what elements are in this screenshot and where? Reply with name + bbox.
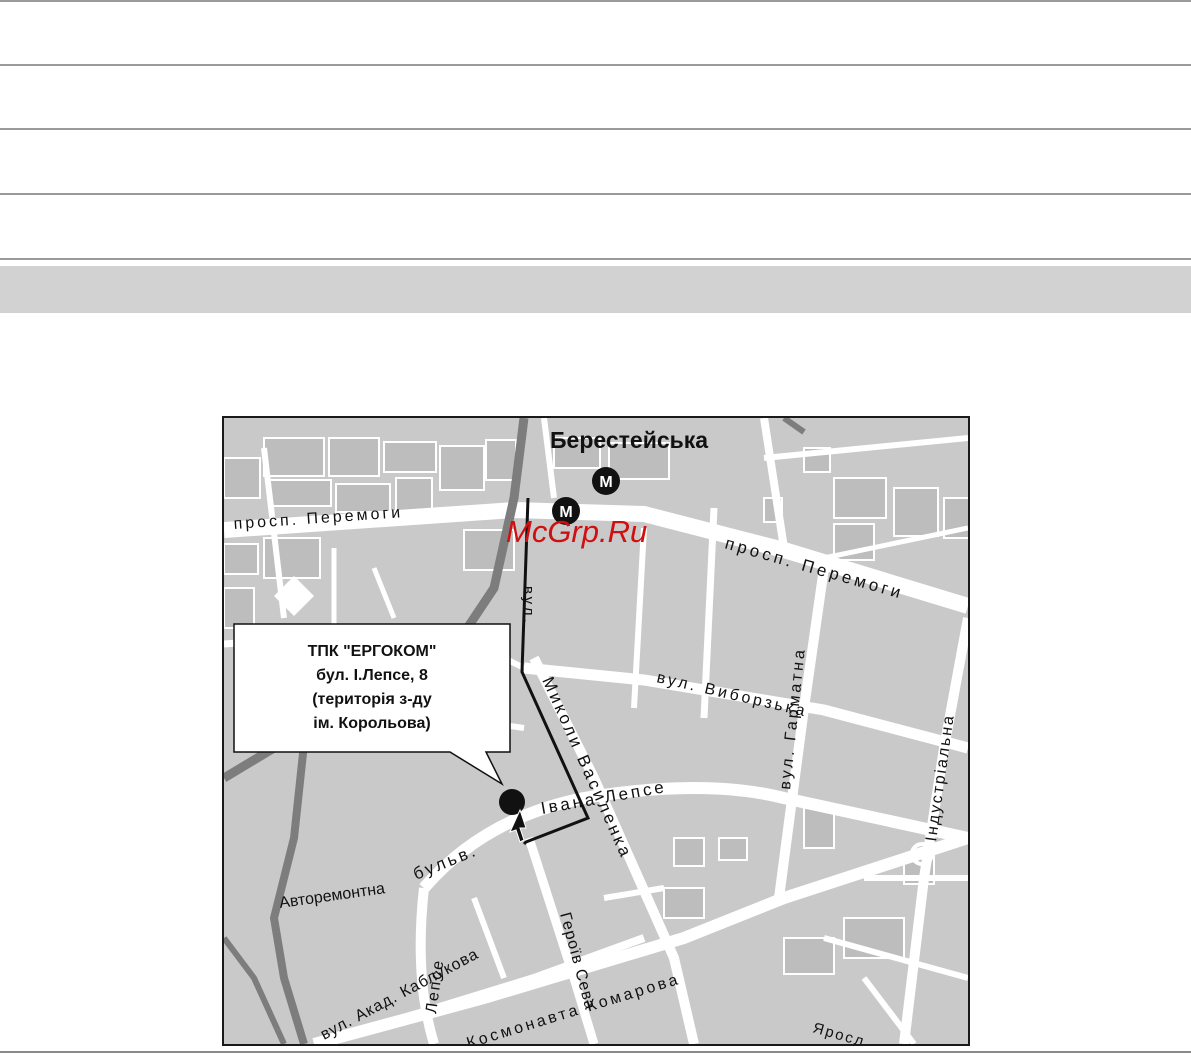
- callout-line-2: бул. І.Лепсе, 8: [316, 667, 428, 684]
- top-rule-1: [0, 0, 1191, 2]
- section-header-band: [0, 266, 1191, 313]
- metro-icon-1: M: [592, 467, 620, 495]
- top-rule-4: [0, 193, 1191, 195]
- top-rule-2: [0, 64, 1191, 66]
- watermark-text: McGrp.Ru: [506, 514, 647, 549]
- svg-text:M: M: [599, 474, 612, 491]
- bottom-rule: [0, 1051, 1191, 1053]
- callout-line-3: (територія з-ду: [312, 691, 432, 708]
- callout-line-1: ТПК "ЕРГОКОМ": [308, 643, 437, 660]
- destination-pin-icon: [499, 789, 525, 815]
- location-map: M M Берестейська просп. Перемоги просп. …: [222, 416, 970, 1046]
- top-rule-5: [0, 258, 1191, 260]
- top-rule-3: [0, 128, 1191, 130]
- station-name: Берестейська: [550, 427, 708, 453]
- callout-line-4: ім. Корольова): [313, 715, 430, 732]
- street-label-vasylenka-a: вул.: [520, 586, 537, 626]
